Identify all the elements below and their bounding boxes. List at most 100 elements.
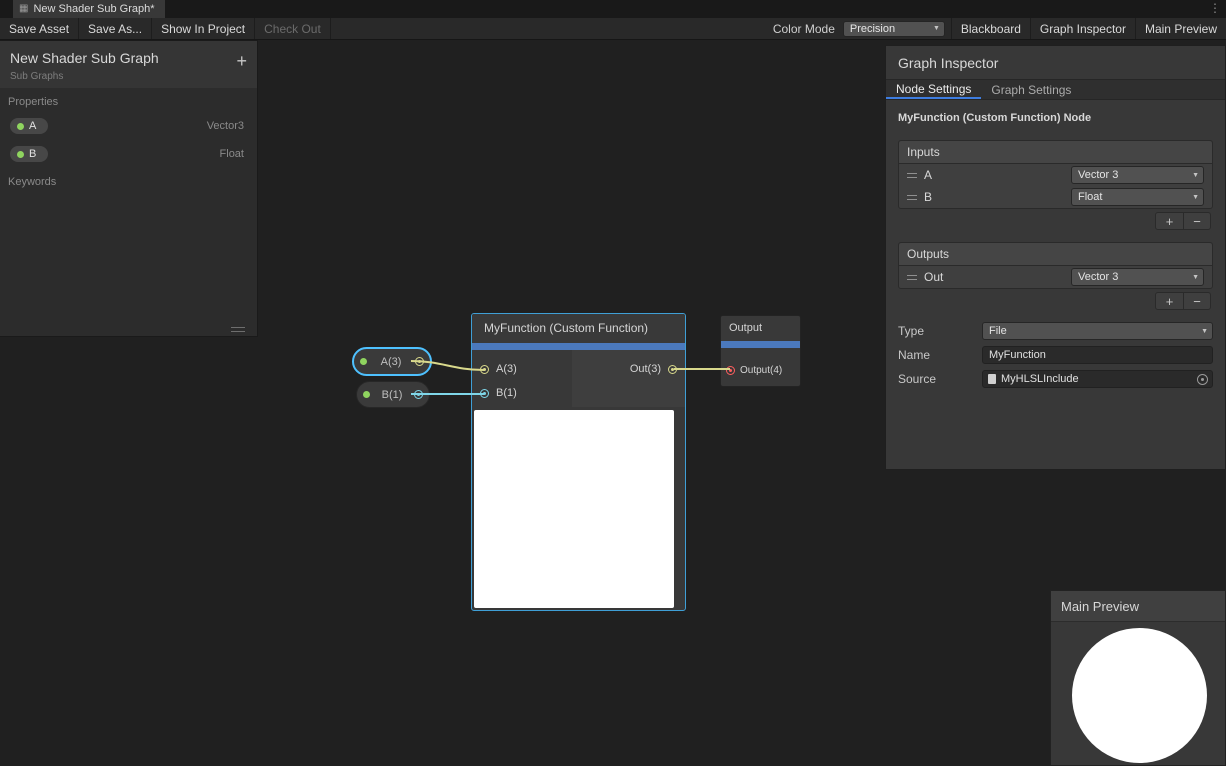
remove-output-button[interactable]: − xyxy=(1183,293,1210,309)
port-icon-float[interactable] xyxy=(480,389,489,398)
property-row-b[interactable]: B Float xyxy=(0,140,257,168)
save-as-button[interactable]: Save As... xyxy=(79,18,152,39)
object-picker-icon[interactable] xyxy=(1197,374,1208,385)
input-ports: A(3) B(1) xyxy=(472,350,572,407)
chevron-down-icon: ▼ xyxy=(1201,328,1208,335)
output-port-out[interactable]: Out(3) xyxy=(572,357,677,381)
blackboard-subtitle: Sub Graphs xyxy=(10,71,247,82)
type-label: Type xyxy=(898,324,982,338)
input-name: A xyxy=(924,168,932,182)
remove-input-button[interactable]: − xyxy=(1183,213,1210,229)
inputs-add-remove: + − xyxy=(1155,212,1211,230)
tab-graph-settings[interactable]: Graph Settings xyxy=(981,80,1081,99)
color-mode-dropdown[interactable]: Precision ▼ xyxy=(843,21,945,37)
input-type-dropdown[interactable]: Float ▼ xyxy=(1071,188,1204,206)
blackboard-resize-handle[interactable] xyxy=(231,327,245,332)
add-property-button[interactable]: + xyxy=(236,52,247,70)
input-name: B xyxy=(924,190,932,204)
add-input-button[interactable]: + xyxy=(1156,213,1183,229)
tab-node-settings[interactable]: Node Settings xyxy=(886,80,981,99)
blackboard-toggle-button[interactable]: Blackboard xyxy=(951,18,1030,39)
port-label: B(1) xyxy=(496,387,517,399)
input-type-dropdown[interactable]: Vector 3 ▼ xyxy=(1071,166,1204,184)
node-accent-bar xyxy=(472,343,685,350)
type-dropdown[interactable]: File ▼ xyxy=(982,322,1213,340)
dropdown-value: Float xyxy=(1078,191,1102,203)
tab-new-shader-sub-graph[interactable]: ▦ New Shader Sub Graph* xyxy=(13,0,165,18)
input-port-a[interactable]: A(3) xyxy=(480,357,572,381)
node-output[interactable]: Output Output(4) xyxy=(720,315,801,387)
save-asset-button[interactable]: Save Asset xyxy=(0,18,79,39)
properties-section-label: Properties xyxy=(0,88,257,112)
drag-handle-icon[interactable] xyxy=(907,275,917,280)
port-label: A(3) xyxy=(496,363,517,375)
property-row-a[interactable]: A Vector3 xyxy=(0,112,257,140)
dropdown-value: Vector 3 xyxy=(1078,271,1118,283)
tab-title: New Shader Sub Graph* xyxy=(33,3,154,15)
source-label: Source xyxy=(898,372,982,386)
property-pill[interactable]: A xyxy=(10,118,48,134)
node-title[interactable]: Output xyxy=(721,316,800,341)
input-row-a[interactable]: A Vector 3 ▼ xyxy=(899,164,1212,186)
graph-inspector-title: Graph Inspector xyxy=(886,46,1225,79)
node-myfunction[interactable]: MyFunction (Custom Function) A(3) B(1) O… xyxy=(471,313,686,611)
output-node-port[interactable]: Output(4) xyxy=(721,358,800,382)
source-field-row: Source MyHLSLInclude xyxy=(898,370,1213,388)
node-heading: MyFunction (Custom Function) Node xyxy=(898,112,1213,124)
port-icon-vector3[interactable] xyxy=(480,365,489,374)
show-in-project-button[interactable]: Show In Project xyxy=(152,18,255,39)
property-node-a[interactable]: A(3) xyxy=(352,347,432,376)
port-icon-vector4[interactable] xyxy=(726,366,735,375)
port-label: Out(3) xyxy=(630,363,661,375)
drag-handle-icon[interactable] xyxy=(907,195,917,200)
keywords-section-label: Keywords xyxy=(0,168,257,192)
main-preview-panel: Main Preview xyxy=(1050,590,1226,766)
property-node-b[interactable]: B(1) xyxy=(356,381,430,408)
main-preview-toggle-button[interactable]: Main Preview xyxy=(1135,18,1226,39)
property-pill[interactable]: B xyxy=(10,146,48,162)
property-dot-icon xyxy=(360,358,367,365)
drag-handle-icon[interactable] xyxy=(907,173,917,178)
port-icon-vector3[interactable] xyxy=(668,365,677,374)
name-value: MyFunction xyxy=(989,349,1046,361)
dropdown-value: File xyxy=(989,325,1007,337)
preview-sphere xyxy=(1072,628,1207,763)
inspector-tab-bar: Node Settings Graph Settings xyxy=(886,79,1225,100)
property-dot-icon xyxy=(17,123,24,130)
port-icon-float[interactable] xyxy=(414,390,423,399)
blackboard-header: New Shader Sub Graph Sub Graphs + xyxy=(0,41,257,88)
outputs-header: Outputs xyxy=(899,243,1212,266)
file-icon xyxy=(988,374,996,384)
property-dot-icon xyxy=(363,391,370,398)
chevron-down-icon: ▼ xyxy=(933,25,940,32)
chevron-down-icon: ▼ xyxy=(1192,172,1199,179)
window-menu-icon[interactable]: ⋮ xyxy=(1209,1,1221,15)
input-port-b[interactable]: B(1) xyxy=(480,381,572,405)
check-out-button: Check Out xyxy=(255,18,331,39)
property-name: B xyxy=(29,148,36,160)
source-object-field[interactable]: MyHLSLInclude xyxy=(982,370,1213,388)
node-port-area: A(3) B(1) Out(3) xyxy=(472,350,685,407)
node-title[interactable]: MyFunction (Custom Function) xyxy=(472,314,685,343)
graph-toolbar: Save Asset Save As... Show In Project Ch… xyxy=(0,18,1226,40)
name-input[interactable]: MyFunction xyxy=(982,346,1213,364)
outputs-list: Outputs Out Vector 3 ▼ xyxy=(898,242,1213,289)
add-output-button[interactable]: + xyxy=(1156,293,1183,309)
outputs-list-footer: + − xyxy=(898,292,1211,310)
inputs-header: Inputs xyxy=(899,141,1212,164)
inputs-list-footer: + − xyxy=(898,212,1211,230)
port-icon-vector3[interactable] xyxy=(415,357,424,366)
output-ports: Out(3) xyxy=(572,350,685,407)
inputs-list: Inputs A Vector 3 ▼ B Float ▼ xyxy=(898,140,1213,209)
chevron-down-icon: ▼ xyxy=(1192,194,1199,201)
graph-inspector-toggle-button[interactable]: Graph Inspector xyxy=(1030,18,1135,39)
property-node-label: B(1) xyxy=(375,389,409,401)
inspector-content: MyFunction (Custom Function) Node Inputs… xyxy=(886,100,1225,406)
output-row-out[interactable]: Out Vector 3 ▼ xyxy=(899,266,1212,288)
source-value: MyHLSLInclude xyxy=(1001,373,1079,385)
blackboard-panel: New Shader Sub Graph Sub Graphs + Proper… xyxy=(0,40,258,337)
type-field-row: Type File ▼ xyxy=(898,322,1213,340)
input-row-b[interactable]: B Float ▼ xyxy=(899,186,1212,208)
output-type-dropdown[interactable]: Vector 3 ▼ xyxy=(1071,268,1204,286)
output-name: Out xyxy=(924,270,943,284)
